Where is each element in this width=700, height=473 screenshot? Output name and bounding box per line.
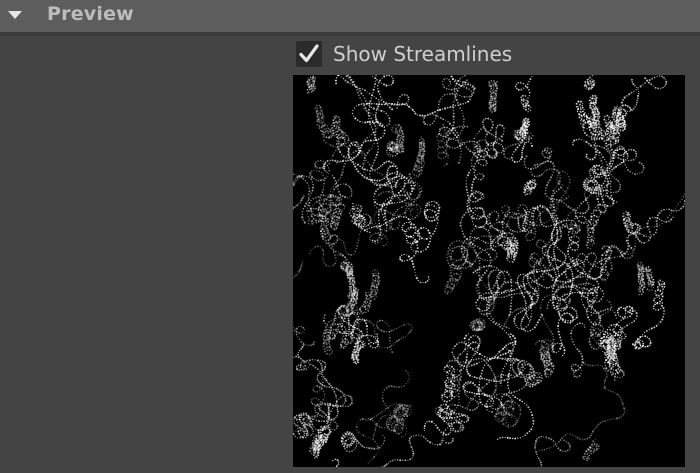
show-streamlines-toggle[interactable]: Show Streamlines [296, 40, 512, 68]
show-streamlines-label: Show Streamlines [333, 42, 513, 66]
section-header[interactable]: Preview [0, 0, 700, 32]
show-streamlines-checkbox[interactable] [296, 41, 322, 67]
preview-panel: Preview Show Streamlines [0, 0, 700, 473]
streamlines-preview [293, 75, 685, 467]
header-divider [0, 32, 700, 36]
section-title: Preview [47, 3, 134, 25]
streamlines-canvas [293, 75, 685, 467]
checkmark-icon [299, 44, 319, 63]
streamlines-group [293, 75, 685, 467]
triangle-down-icon[interactable] [8, 11, 22, 19]
